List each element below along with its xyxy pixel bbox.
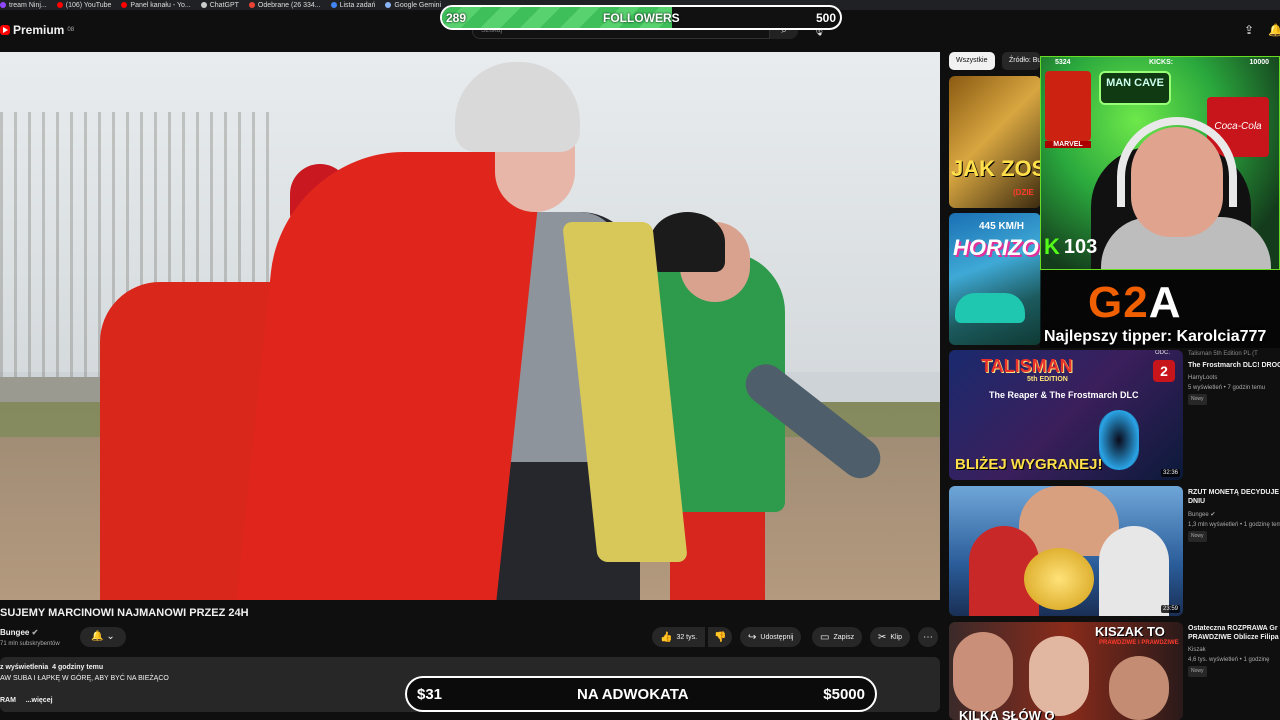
clip-icon: ✂ — [878, 631, 887, 643]
video-player[interactable] — [0, 52, 940, 600]
kicks-label: KICKS: — [1149, 59, 1174, 66]
followers-target: 500 — [815, 11, 836, 25]
chip-source[interactable]: Źródło: Bungee — [1002, 52, 1040, 70]
dislike-button[interactable]: 👎 — [708, 627, 733, 647]
sidebar-video-thumbnail[interactable]: JAK ZOST (DZIE — [949, 76, 1041, 208]
top-tipper: Najlepszy tipper: Karolcia777 — [1044, 328, 1267, 345]
like-icon: 👍 — [660, 631, 673, 643]
chip-all[interactable]: Wszystkie — [949, 52, 995, 70]
bookmark-item[interactable]: Panel kanału - Yo... — [121, 2, 191, 9]
new-badge: Nowy — [1188, 394, 1207, 405]
sidebar-video-title[interactable]: Ostateczna ROZPRAWA Gr PRAWDZIWE Oblicze… — [1188, 624, 1280, 642]
gold-coin — [1024, 548, 1094, 610]
sidebar-video-thumbnail[interactable]: 23:59 — [949, 486, 1183, 616]
subscription-bell-button[interactable]: 🔔 ⌄ — [80, 627, 126, 647]
followers-label: FOLLOWERS — [603, 11, 680, 25]
donation-label: NA ADWOKATA — [577, 686, 689, 703]
bell-icon: 🔔 — [1268, 23, 1280, 37]
youtube-icon — [121, 2, 128, 8]
kick-target-count: 10000 — [1249, 59, 1269, 66]
person-head — [1109, 656, 1169, 720]
kick-current-count: 5324 — [1055, 59, 1071, 66]
like-button[interactable]: 👍 32 tys. — [652, 627, 706, 647]
marvel-poster — [1045, 71, 1091, 141]
share-button[interactable]: ↪ Udostępnij — [740, 627, 802, 647]
tasks-icon — [330, 2, 337, 8]
sidebar-video-thumbnail[interactable]: 445 KM/H HORIZON — [949, 213, 1041, 345]
more-actions-button[interactable]: ⋯ — [918, 627, 938, 647]
more-icon: ⋯ — [923, 631, 933, 643]
car-shape — [955, 293, 1025, 323]
person-white — [1099, 526, 1169, 616]
subscriber-count: 71 mln subskrybentów — [0, 641, 60, 647]
person-head — [953, 632, 1013, 712]
person-head — [1029, 636, 1089, 716]
verified-icon: ✔ — [1210, 512, 1216, 518]
youtube-logo[interactable]: Premium 08 — [0, 23, 74, 37]
mohawk-helmet — [650, 212, 725, 272]
save-button[interactable]: ▭ Zapisz — [812, 627, 863, 647]
bookmark-item[interactable]: tream Ninj... — [0, 2, 47, 9]
video-title: SUJEMY MARCINOWI NAJMANOWI PRZEZ 24H — [0, 607, 249, 619]
clip-button[interactable]: ✂ Klip — [870, 627, 911, 647]
donation-current: $31 — [417, 686, 443, 703]
upload-icon: ⇪ — [1244, 23, 1255, 37]
bookmark-item[interactable]: Google Gemini — [385, 2, 441, 9]
channel-name[interactable]: Bungee ✔ — [0, 628, 38, 637]
bookmark-item[interactable]: ChatGPT — [200, 2, 239, 9]
bookmark-item[interactable]: Odebrane (26 334... — [248, 2, 321, 9]
gemini-icon — [385, 2, 392, 8]
new-badge: Nowy — [1188, 531, 1207, 542]
bookmark-item[interactable]: Lista zadań — [330, 2, 375, 9]
donation-goal-bar: $31 NA ADWOKATA $5000 — [405, 676, 877, 712]
followers-goal-bar: 289 FOLLOWERS 500 — [440, 5, 842, 30]
sidebar-video-thumbnail[interactable]: TALISMAN 5th EDITION The Reaper & The Fr… — [949, 350, 1183, 480]
share-icon: ↪ — [748, 631, 757, 643]
portal-shape — [1099, 410, 1139, 470]
kick-logo-icon: K — [1044, 234, 1060, 259]
show-more-link[interactable]: ...więcej — [26, 697, 53, 704]
dislike-icon: 👎 — [714, 631, 727, 643]
sidebar-video-title[interactable]: RZUT MONETĄ DECYDUJE DNIU — [1188, 488, 1280, 506]
g2a-logo: G2A — [1088, 278, 1182, 327]
bookmark-icon — [0, 2, 6, 8]
youtube-icon — [56, 2, 63, 8]
chatgpt-icon — [200, 2, 207, 8]
chevron-down-icon: ⌄ — [106, 631, 115, 642]
youtube-play-icon — [0, 25, 10, 35]
save-icon: ▭ — [820, 631, 830, 643]
upload-button[interactable]: ⇪ — [1244, 23, 1254, 37]
man-cave-sign: MAN CAVE — [1099, 71, 1171, 105]
followers-current: 289 — [446, 11, 467, 25]
notifications-button[interactable]: 🔔 — [1268, 23, 1280, 37]
bell-icon: 🔔 — [91, 631, 104, 642]
verified-icon: ✔ — [31, 628, 39, 637]
gmail-icon — [248, 2, 255, 8]
sidebar-video-thumbnail[interactable]: KISZAK TO PRAWDZIWE I PRAWDZIWE KILKA SŁ… — [949, 622, 1183, 720]
sidebar-video-title[interactable]: The Frostmarch DLC! DROG — [1188, 361, 1280, 370]
bookmark-item[interactable]: (106) YouTube — [56, 2, 111, 9]
donation-target: $5000 — [823, 686, 865, 703]
new-badge: Nowy — [1188, 666, 1207, 677]
kick-viewer-count: K 103 — [1044, 234, 1098, 259]
